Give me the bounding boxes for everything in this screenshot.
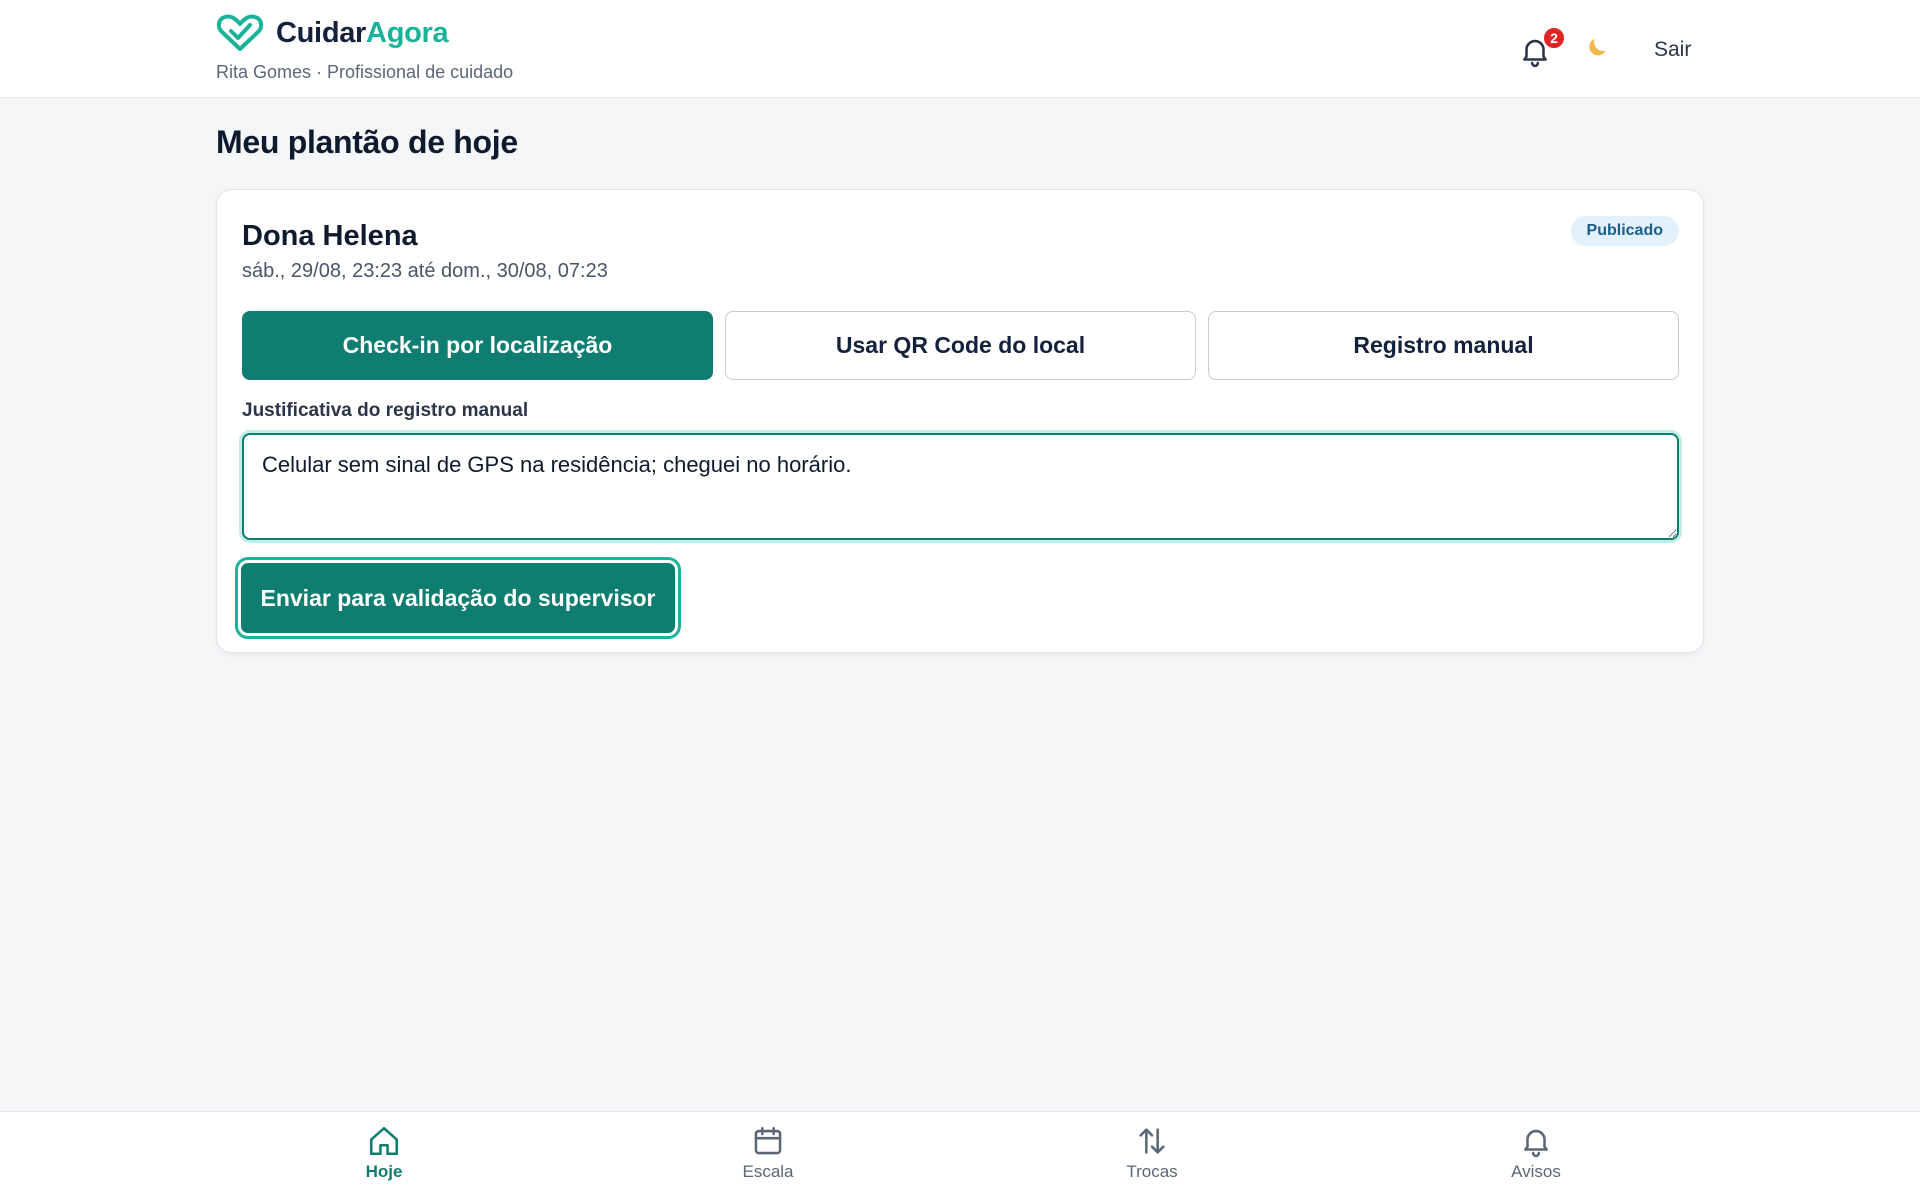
location-checkin-button[interactable]: Check-in por localização (242, 311, 713, 380)
home-icon (369, 1126, 399, 1156)
nav-label-hoje: Hoje (365, 1162, 403, 1181)
brand[interactable]: CuidarAgora (216, 14, 449, 52)
notification-count-badge: 2 (1542, 26, 1566, 50)
nav-label-escala: Escala (742, 1162, 794, 1181)
user-subtitle: Rita Gomes · Profissional de cuidado (216, 62, 514, 82)
theme-toggle-button[interactable] (1580, 32, 1616, 68)
brand-name: CuidarAgora (276, 16, 449, 49)
nav-item-avisos[interactable]: Avisos (1466, 1124, 1606, 1194)
bell-icon (1524, 1129, 1548, 1158)
bottom-navigation: Hoje Escala Trocas Avisos (0, 1111, 1920, 1200)
submit-validation-button[interactable]: Enviar para validação do supervisor (235, 557, 681, 639)
status-badge: Publicado (1570, 216, 1679, 246)
shift-card: Dona Helena sáb., 29/08, 23:23 até dom.,… (216, 189, 1704, 653)
manual-record-button[interactable]: Registro manual (1208, 311, 1679, 380)
nav-item-escala[interactable]: Escala (698, 1124, 838, 1194)
nav-label-avisos: Avisos (1511, 1162, 1561, 1181)
app-header: CuidarAgora Rita Gomes · Profissional de… (0, 0, 1920, 98)
nav-item-hoje[interactable]: Hoje (314, 1124, 454, 1194)
patient-name: Dona Helena (242, 220, 418, 252)
justification-label: Justificativa do registro manual (242, 400, 529, 421)
shift-time-range: sáb., 29/08, 23:23 até dom., 30/08, 07:2… (242, 260, 608, 282)
qr-code-button[interactable]: Usar QR Code do local (725, 311, 1196, 380)
calendar-icon (754, 1126, 782, 1155)
moon-icon (1589, 38, 1606, 55)
checkin-method-group: Check-in por localização Usar QR Code do… (242, 311, 1679, 380)
notifications-button[interactable]: 2 (1512, 26, 1566, 74)
logout-button[interactable]: Sair (1640, 30, 1705, 70)
justification-textarea[interactable]: Celular sem sinal de GPS na residência; … (242, 433, 1679, 540)
page-title: Meu plantão de hoje (216, 124, 518, 160)
nav-item-trocas[interactable]: Trocas (1082, 1124, 1222, 1194)
nav-label-trocas: Trocas (1126, 1162, 1178, 1181)
swap-arrows-icon (1139, 1128, 1165, 1154)
heart-logo-icon (216, 14, 264, 51)
